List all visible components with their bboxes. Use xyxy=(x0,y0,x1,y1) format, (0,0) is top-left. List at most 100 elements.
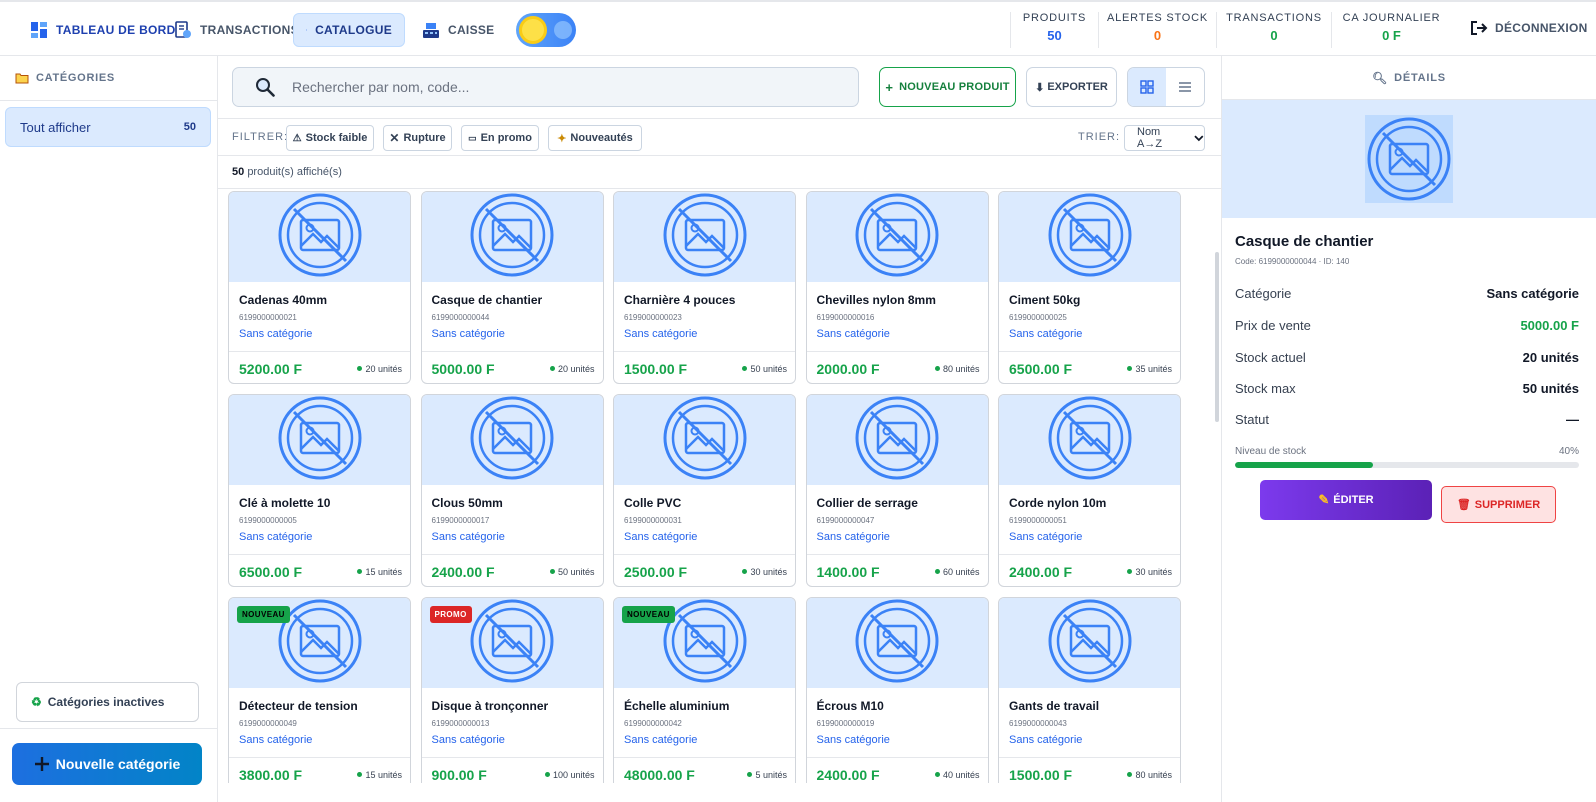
new-product-button[interactable]: + NOUVEAU PRODUIT xyxy=(879,67,1016,107)
product-badge: NOUVEAU xyxy=(622,606,675,623)
product-price: 3800.00 F xyxy=(239,766,303,783)
product-card[interactable]: Écrous M10 6199000000019 Sans catégorie 240… xyxy=(805,597,989,783)
product-category: Sans catégorie xyxy=(239,328,313,340)
product-card[interactable]: Collier de serrage 6199000000047 Sans caté… xyxy=(805,394,989,587)
product-card[interactable]: Cadenas 40mm 6199000000021 Sans catégorie 5… xyxy=(228,191,411,384)
filter-chip-label: Nouveautés xyxy=(570,132,633,144)
product-stock: 30 unités xyxy=(742,567,787,577)
product-card[interactable]: Clous 50mm 6199000000017 Sans catégorie 240… xyxy=(420,394,604,587)
product-stock-text: 15 unités xyxy=(365,769,402,780)
export-button[interactable]: ⬇ EXPORTER xyxy=(1026,67,1117,107)
search-input[interactable] xyxy=(292,79,812,95)
product-stock-text: 30 unités xyxy=(750,566,787,577)
filter-out-of-stock[interactable]: ✕ Rupture xyxy=(383,125,452,151)
chevron-down-icon xyxy=(1194,134,1204,141)
product-card[interactable]: Corde nylon 10m 6199000000051 Sans catégor… xyxy=(998,394,1181,587)
product-image: NOUVEAU xyxy=(229,598,410,688)
details-panel: 🔍︎ DÉTAILS Casque de chantier Code: 6199… xyxy=(1221,56,1596,802)
product-code: 6199000000047 xyxy=(816,516,875,525)
filter-low-stock[interactable]: ⚠ Stock faible xyxy=(286,125,374,151)
product-name: Détecteur de tension xyxy=(239,699,358,713)
product-name: Échelle aluminium xyxy=(624,699,730,713)
nav-catalogue[interactable]: CATALOGUE xyxy=(293,13,405,47)
product-category: Sans catégorie xyxy=(816,531,890,543)
detail-key: Catégorie xyxy=(1235,286,1292,301)
stock-level-percent: 40% xyxy=(1558,446,1579,457)
product-image xyxy=(806,395,988,485)
product-stock: 80 unités xyxy=(1127,770,1172,780)
stat-ca: CA JOURNALIER 0 F xyxy=(1331,12,1451,48)
scrollbar[interactable] xyxy=(1215,252,1219,422)
product-card[interactable]: Casque de chantier 6199000000044 Sans caté… xyxy=(420,191,604,384)
product-code: 6199000000044 xyxy=(431,313,490,322)
stock-dot-icon xyxy=(357,569,363,574)
product-price: 6500.00 F xyxy=(239,563,303,580)
delete-button[interactable]: 🗑︎ SUPPRIMER xyxy=(1441,486,1556,523)
product-card[interactable]: Clé à molette 10 6199000000005 Sans catégo… xyxy=(228,394,411,587)
grid-view-icon xyxy=(1140,80,1154,94)
product-stock: 100 unités xyxy=(544,769,595,780)
stock-dot-icon xyxy=(934,366,940,371)
trash-icon: 🗑︎ xyxy=(1456,499,1471,511)
product-price: 1400.00 F xyxy=(816,563,880,580)
product-category: Sans catégorie xyxy=(431,734,505,746)
product-card[interactable]: Chevilles nylon 8mm 6199000000016 Sans cat… xyxy=(805,191,989,384)
product-code: 6199000000043 xyxy=(1009,719,1067,728)
logout-button[interactable]: DÉCONNEXION xyxy=(1470,20,1588,36)
product-footer: 48000.00 F 5 unités xyxy=(614,757,795,783)
new-category-button[interactable]: Nouvelle catégorie xyxy=(12,743,202,785)
receipt-icon xyxy=(175,21,191,38)
stat-produits: PRODUITS 50 xyxy=(1010,12,1098,48)
product-card[interactable]: PROMO Disque à tronçonner 6199000000013 San… xyxy=(420,597,604,783)
detail-key: Stock actuel xyxy=(1235,350,1306,365)
filter-chip-label: Stock faible xyxy=(305,132,368,144)
search-icon xyxy=(256,78,275,97)
product-card[interactable]: NOUVEAU Échelle aluminium 6199000000042 San… xyxy=(613,597,796,783)
nav-dashboard-label: TABLEAU DE BORD xyxy=(56,23,176,37)
sun-icon xyxy=(519,16,547,44)
details-image-frame xyxy=(1365,115,1453,203)
filter-new[interactable]: ✦ Nouveautés xyxy=(548,125,642,151)
product-stock-text: 80 unités xyxy=(1135,769,1172,780)
product-stock-text: 100 unités xyxy=(552,769,595,780)
product-image xyxy=(229,192,410,282)
stock-dot-icon xyxy=(549,569,555,574)
theme-toggle[interactable] xyxy=(516,13,576,47)
product-card[interactable]: Colle PVC 6199000000031 Sans catégorie 2500… xyxy=(613,394,796,587)
search-box[interactable] xyxy=(232,67,859,107)
delete-label: SUPPRIMER xyxy=(1474,498,1541,511)
product-price: 48000.00 F xyxy=(624,766,695,783)
product-card[interactable]: NOUVEAU Détecteur de tension 6199000000049… xyxy=(228,597,411,783)
product-code: 6199000000031 xyxy=(624,516,682,525)
nav-transactions[interactable]: TRANSACTIONS xyxy=(162,13,311,47)
filter-bar: FILTRER: ⚠ Stock faible ✕ Rupture ▭ En p… xyxy=(218,118,1221,156)
list-view-button[interactable] xyxy=(1166,68,1204,106)
filter-promo[interactable]: ▭ En promo xyxy=(461,125,539,151)
edit-button[interactable]: ✎ ÉDITER xyxy=(1260,480,1432,520)
product-category: Sans catégorie xyxy=(431,531,505,543)
product-stock-text: 40 unités xyxy=(942,769,980,780)
moon-icon xyxy=(554,21,572,39)
sidebar-item-all[interactable]: Tout afficher 50 xyxy=(5,107,211,147)
product-category: Sans catégorie xyxy=(624,328,698,340)
product-image xyxy=(999,192,1180,282)
product-code: 6199000000017 xyxy=(431,516,490,525)
grid-view-button[interactable] xyxy=(1128,68,1166,106)
stat-alertes: ALERTES STOCK 0 xyxy=(1098,12,1216,48)
filter-chip-label: En promo xyxy=(480,132,532,144)
product-image: NOUVEAU xyxy=(614,598,795,688)
inactive-categories-button[interactable]: ♻ Catégories inactives xyxy=(16,682,199,722)
sort-select[interactable]: Nom A→Z xyxy=(1124,125,1205,151)
product-card[interactable]: Gants de travail 6199000000043 Sans catégo… xyxy=(998,597,1181,783)
product-card[interactable]: Charnière 4 pouces 6199000000023 Sans caté… xyxy=(613,191,796,384)
stat-label: CA JOURNALIER xyxy=(1342,12,1441,24)
product-category: Sans catégorie xyxy=(1009,734,1083,746)
product-category: Sans catégorie xyxy=(624,531,698,543)
product-code: 6199000000019 xyxy=(816,719,875,728)
nav-caisse[interactable]: CAISSE xyxy=(410,13,506,47)
download-icon: ⬇ xyxy=(1035,81,1045,94)
no-image-icon xyxy=(854,192,940,283)
product-price: 2400.00 F xyxy=(431,563,495,580)
product-card[interactable]: Ciment 50kg 6199000000025 Sans catégorie 65… xyxy=(998,191,1181,384)
stock-dot-icon xyxy=(747,772,753,777)
